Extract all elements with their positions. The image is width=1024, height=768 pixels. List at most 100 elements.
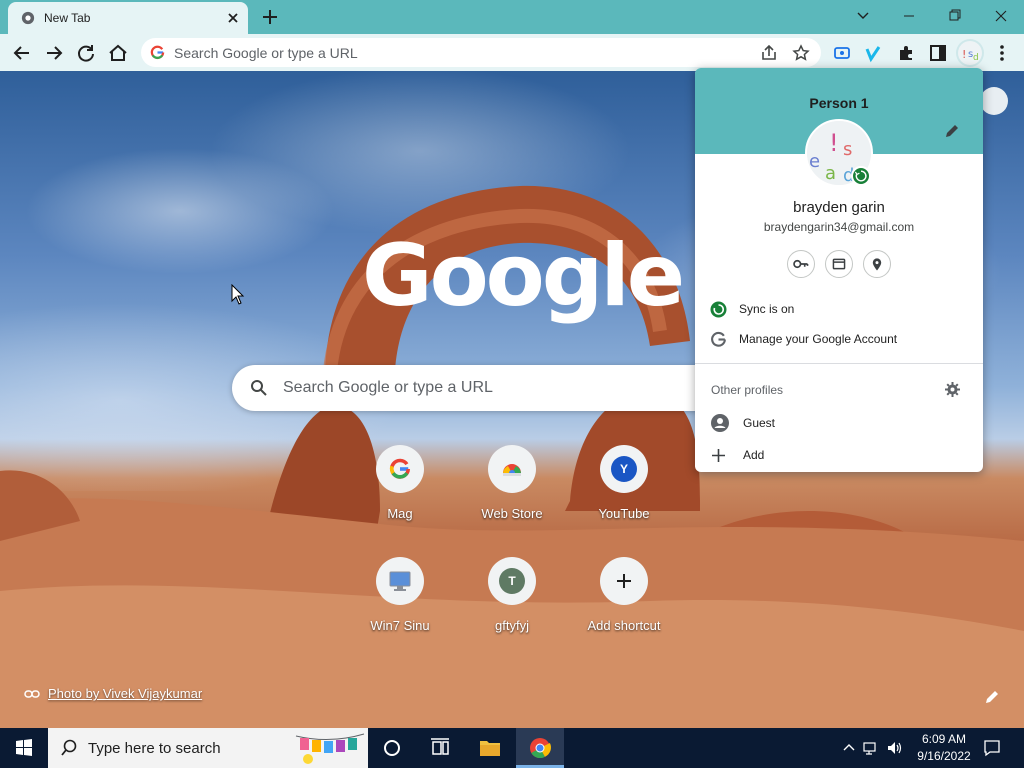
volume-icon[interactable] — [886, 739, 904, 757]
search-icon — [61, 739, 77, 756]
add-profile-row[interactable]: Add — [695, 440, 983, 470]
profile-name: Person 1 — [809, 95, 869, 111]
photo-credit-text: Photo by Vivek Vijaykumar — [48, 686, 203, 701]
back-arrow-icon[interactable] — [8, 39, 36, 67]
bookmark-star-icon[interactable] — [791, 43, 811, 63]
google-g-icon — [711, 331, 726, 347]
shortcut-tile: Y — [600, 445, 648, 493]
guest-label: Guest — [743, 416, 776, 430]
chevron-up-icon[interactable] — [840, 739, 858, 757]
svg-text:e: e — [809, 151, 820, 172]
more-menu-icon[interactable] — [988, 39, 1016, 67]
mouse-cursor-icon — [231, 284, 245, 305]
taskbar-chrome-app[interactable] — [516, 728, 564, 768]
side-panel-icon[interactable] — [924, 39, 952, 67]
svg-text:!: ! — [829, 129, 839, 157]
tab-search-chevron-icon[interactable] — [840, 2, 886, 30]
letter-t-icon: T — [499, 568, 525, 594]
shortcut-label: gftyfyj — [495, 618, 529, 633]
account-avatar[interactable] — [980, 87, 1008, 115]
shortcut-label: Win7 Sinu — [370, 618, 430, 633]
share-icon[interactable] — [759, 43, 779, 63]
sync-badge-icon — [851, 166, 871, 186]
monitor-icon — [389, 571, 411, 591]
person-icon — [711, 414, 729, 432]
file-explorer-icon[interactable] — [466, 728, 514, 768]
browser-toolbar: Search Google or type a URL ! s d — [0, 34, 1024, 71]
account-email: braydengarin34@gmail.com — [763, 220, 915, 234]
search-icon — [251, 380, 267, 396]
clock-time[interactable]: 6:09 AM — [906, 732, 982, 746]
account-user-name: brayden garin — [793, 199, 885, 216]
extensions-puzzle-icon[interactable] — [892, 39, 920, 67]
edit-pencil-icon[interactable] — [943, 122, 961, 140]
google-g-icon — [389, 458, 411, 479]
tab-new-tab[interactable]: New Tab — [8, 2, 248, 34]
chrome-favicon-icon — [21, 11, 35, 25]
windows-start-icon[interactable] — [0, 728, 48, 768]
network-icon[interactable] — [862, 739, 880, 757]
taskbar-search-box[interactable]: Type here to search — [48, 728, 368, 768]
chrome-web-store-icon — [503, 464, 521, 476]
passwords-key-icon[interactable] — [787, 250, 815, 278]
tab-strip: New Tab — [0, 0, 1024, 34]
reload-icon[interactable] — [72, 39, 100, 67]
google-logo: Google — [362, 226, 685, 326]
customize-pencil-icon[interactable] — [982, 687, 1002, 707]
profile-menu-popup: Person 1 ! s e a d brayden garin brayden… — [695, 68, 983, 472]
shortcut-label: Web Store — [481, 506, 543, 521]
home-icon[interactable] — [104, 39, 132, 67]
shortcut-web-store[interactable]: Web Store — [456, 441, 568, 541]
shortcut-label: YouTube — [598, 506, 650, 521]
screen-capture-extension-icon[interactable] — [828, 39, 856, 67]
svg-text:s: s — [843, 139, 852, 160]
close-tab-icon[interactable] — [224, 9, 242, 27]
profile-avatar-button[interactable]: ! s d — [956, 39, 984, 67]
shortcut-tile — [376, 445, 424, 493]
plus-icon — [617, 574, 631, 588]
sync-label: Sync is on — [739, 302, 795, 316]
tab-title: New Tab — [44, 11, 91, 25]
menu-divider — [695, 363, 983, 364]
shortcut-mag[interactable]: Mag — [344, 441, 456, 541]
task-view-icon[interactable] — [416, 728, 464, 768]
shortcut-tile — [600, 557, 648, 605]
omnibox[interactable]: Search Google or type a URL — [141, 38, 821, 67]
location-pin-icon[interactable] — [863, 250, 891, 278]
payment-card-icon[interactable] — [825, 250, 853, 278]
shortcut-label: Add shortcut — [587, 618, 661, 633]
shortcut-label: Mag — [387, 506, 413, 521]
cortana-circle-icon[interactable] — [368, 728, 416, 768]
minimize-button[interactable] — [886, 2, 932, 30]
manage-account-row[interactable]: Manage your Google Account — [695, 324, 983, 354]
other-profiles-heading: Other profiles — [711, 383, 784, 397]
new-tab-button[interactable] — [258, 5, 282, 29]
close-window-button[interactable] — [978, 2, 1024, 30]
google-g-icon — [150, 45, 165, 60]
shortcut-youtube[interactable]: Y YouTube — [568, 441, 680, 541]
notification-icon[interactable] — [982, 738, 1002, 758]
svg-text:!: ! — [962, 48, 966, 61]
sync-row[interactable]: Sync is on — [695, 294, 983, 324]
link-icon — [24, 690, 40, 698]
letter-y-icon: Y — [611, 456, 637, 482]
shortcut-tile: T — [488, 557, 536, 605]
windows-taskbar: Type here to search 6:09 AM 9/16/2022 — [0, 728, 1024, 768]
gear-icon[interactable] — [944, 381, 961, 398]
guest-profile-row[interactable]: Guest — [695, 408, 983, 438]
sync-status-icon — [710, 301, 727, 318]
search-highlight-art-icon — [295, 733, 365, 764]
omnibox-placeholder: Search Google or type a URL — [174, 45, 358, 61]
forward-arrow-icon[interactable] — [40, 39, 68, 67]
shortcut-win7-sinu[interactable]: Win7 Sinu — [344, 553, 456, 653]
clock-date[interactable]: 9/16/2022 — [906, 749, 982, 763]
taskbar-search-placeholder: Type here to search — [88, 740, 221, 757]
manage-account-label: Manage your Google Account — [739, 332, 898, 346]
shortcut-gftyfyj[interactable]: T gftyfyj — [456, 553, 568, 653]
ntp-search-placeholder: Search Google or type a URL — [283, 379, 493, 396]
restore-button[interactable] — [932, 2, 978, 30]
plus-icon — [712, 449, 725, 462]
add-shortcut-button[interactable]: Add shortcut — [568, 553, 680, 653]
add-profile-label: Add — [743, 448, 765, 462]
vimeo-extension-icon[interactable] — [860, 39, 888, 67]
